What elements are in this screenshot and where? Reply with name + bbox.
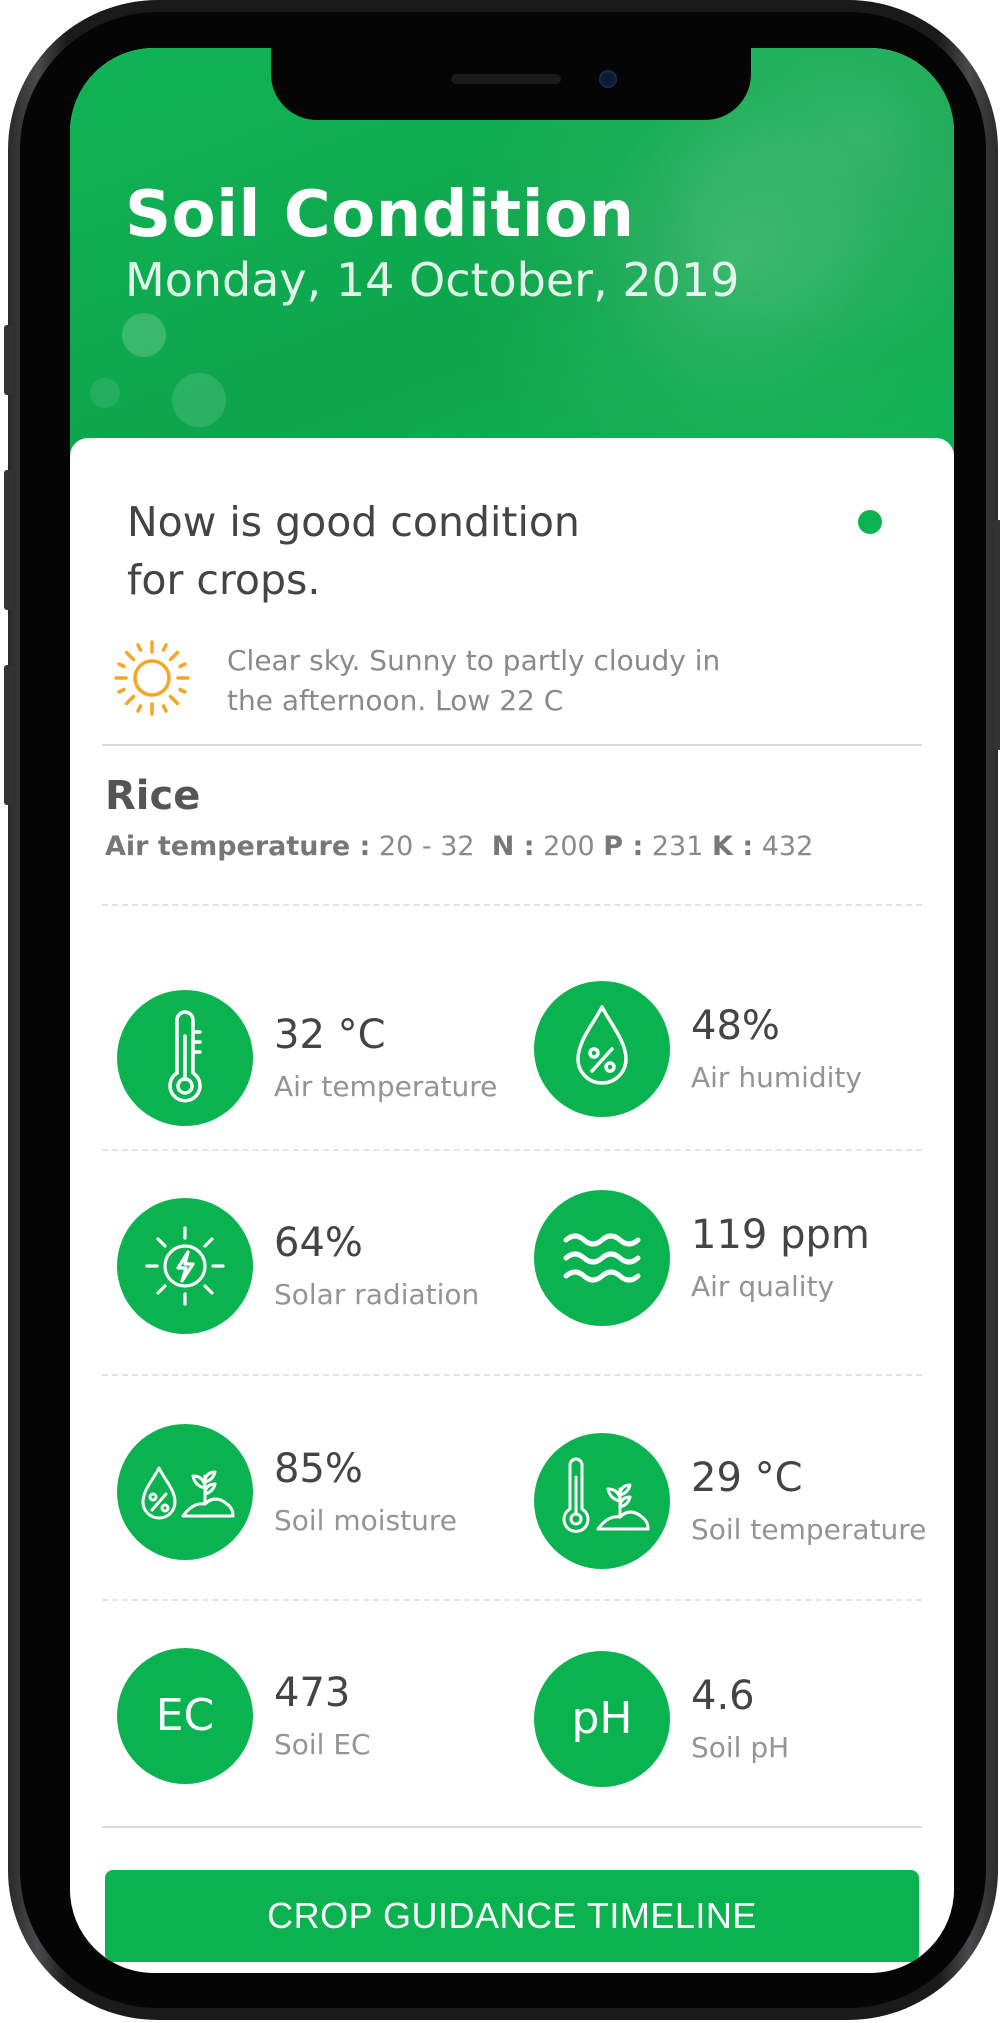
metric-value: 119 ppm: [691, 1212, 870, 1258]
page-title: Soil Condition: [125, 178, 635, 252]
ec-icon: EC: [155, 1690, 215, 1741]
metric-label: Air temperature: [274, 1070, 498, 1103]
metric-air-temperature: 32 °C Air temperature: [117, 990, 537, 1130]
k-label: K :: [712, 831, 754, 862]
soil-temperature-icon: [562, 1457, 650, 1533]
metric-air-humidity: 48% Air humidity: [534, 981, 954, 1121]
thermometer-icon: [168, 1010, 202, 1103]
crop-name: Rice: [105, 773, 201, 819]
metric-icon-circle: [117, 990, 253, 1126]
air-temp-range: 20 - 32: [378, 831, 475, 862]
notch: [271, 48, 751, 120]
bokeh-light: [90, 378, 120, 408]
metric-label: Soil moisture: [274, 1504, 457, 1537]
metric-value: 4.6: [691, 1673, 755, 1719]
metric-label: Soil temperature: [691, 1513, 927, 1546]
volume-down-button: [4, 665, 13, 805]
bokeh-light: [122, 313, 166, 357]
humidity-drop-icon: [576, 1005, 628, 1085]
metric-value: 473: [274, 1670, 351, 1716]
metric-air-quality: 119 ppm Air quality: [534, 1190, 954, 1330]
metric-label: Solar radiation: [274, 1278, 480, 1311]
power-button: [993, 520, 1000, 750]
dashed-divider: [102, 1374, 922, 1376]
sun-icon: [114, 640, 190, 716]
silent-switch: [4, 325, 13, 395]
screen: Soil Condition Monday, 14 October, 2019 …: [70, 48, 954, 1973]
metric-value: 48%: [691, 1003, 780, 1049]
metric-label: Soil EC: [274, 1728, 371, 1761]
p-label: P :: [603, 831, 644, 862]
p-value: 231: [651, 831, 704, 862]
content-card: Now is good condition for crops. Clear s…: [70, 438, 954, 1973]
earpiece-speaker: [451, 74, 561, 84]
metric-solar-radiation: 64% Solar radiation: [117, 1198, 537, 1338]
metric-value: 64%: [274, 1220, 363, 1266]
metric-soil-moisture: 85% Soil moisture: [117, 1424, 537, 1564]
air-waves-icon: [563, 1233, 641, 1283]
front-camera: [599, 70, 617, 88]
solar-radiation-icon: [145, 1226, 225, 1306]
metric-label: Air quality: [691, 1270, 835, 1303]
metric-icon-circle: [534, 981, 670, 1117]
metric-icon-circle: [534, 1433, 670, 1569]
volume-up-button: [4, 470, 13, 610]
metric-icon-circle: EC: [117, 1648, 253, 1784]
dashed-divider: [102, 1599, 922, 1601]
phone-frame: Soil Condition Monday, 14 October, 2019 …: [4, 0, 1000, 2020]
page-date: Monday, 14 October, 2019: [125, 253, 740, 307]
metric-icon-circle: [534, 1190, 670, 1326]
metric-icon-circle: [117, 1424, 253, 1560]
dashed-divider: [102, 1149, 922, 1151]
air-temp-label: Air temperature :: [105, 831, 371, 862]
metric-value: 32 °C: [274, 1012, 386, 1058]
n-value: 200: [543, 831, 595, 862]
metric-label: Soil pH: [691, 1731, 790, 1764]
condition-message: Now is good condition for crops.: [127, 498, 580, 604]
crop-guidance-timeline-button[interactable]: CROP GUIDANCE TIMELINE: [105, 1870, 919, 1962]
dashed-divider: [102, 904, 922, 906]
metric-soil-ec: EC 473 Soil EC: [117, 1648, 537, 1788]
metric-icon-circle: pH: [534, 1651, 670, 1787]
n-label: N :: [491, 831, 535, 862]
ph-icon: pH: [571, 1693, 633, 1744]
soil-moisture-icon: [141, 1466, 235, 1520]
status-indicator: [858, 510, 882, 534]
divider: [102, 744, 922, 746]
metric-icon-circle: [117, 1198, 253, 1334]
weather-description: Clear sky. Sunny to partly cloudy in the…: [227, 644, 721, 717]
metric-soil-temperature: 29 °C Soil temperature: [534, 1433, 954, 1573]
divider: [102, 1826, 922, 1828]
metric-soil-ph: pH 4.6 Soil pH: [534, 1651, 954, 1791]
metric-value: 85%: [274, 1446, 363, 1492]
metric-label: Air humidity: [691, 1061, 862, 1094]
metric-value: 29 °C: [691, 1455, 803, 1501]
crop-parameters: Air temperature : 20 - 32 N : 200 P : 23…: [105, 831, 813, 862]
bokeh-light: [172, 373, 226, 427]
k-value: 432: [761, 831, 814, 862]
